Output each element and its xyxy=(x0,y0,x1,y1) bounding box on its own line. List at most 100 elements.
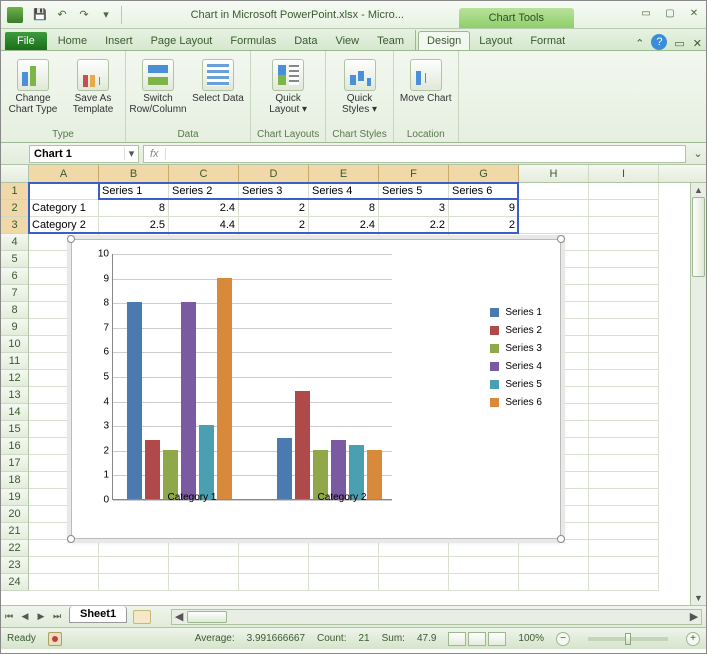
ribbon-minimize-button[interactable]: ⌃ xyxy=(635,37,644,50)
qat-save-button[interactable]: 💾 xyxy=(31,6,49,24)
cell-A24[interactable] xyxy=(29,574,99,591)
sheet-nav-prev[interactable]: ◀ xyxy=(17,611,33,622)
cell-I6[interactable] xyxy=(589,268,659,285)
column-header-G[interactable]: G xyxy=(449,165,519,182)
tab-insert[interactable]: Insert xyxy=(96,31,142,50)
chart-handle-nw[interactable] xyxy=(67,235,75,243)
select-all-corner[interactable] xyxy=(1,165,29,182)
cell-I10[interactable] xyxy=(589,336,659,353)
quick-styles-button[interactable]: Quick Styles ▾ xyxy=(334,59,386,115)
cell-A22[interactable] xyxy=(29,540,99,557)
macro-record-icon[interactable] xyxy=(48,632,62,646)
zoom-in-button[interactable]: + xyxy=(686,632,700,646)
maximize-button[interactable]: ▢ xyxy=(660,8,680,22)
column-header-D[interactable]: D xyxy=(239,165,309,182)
column-header-F[interactable]: F xyxy=(379,165,449,182)
scroll-up-button[interactable]: ▲ xyxy=(691,183,706,197)
tab-view[interactable]: View xyxy=(326,31,368,50)
cell-B23[interactable] xyxy=(99,557,169,574)
tab-formulas[interactable]: Formulas xyxy=(221,31,285,50)
cell-G23[interactable] xyxy=(449,557,519,574)
cell-H24[interactable] xyxy=(519,574,589,591)
save-as-template-button[interactable]: Save As Template xyxy=(67,59,119,115)
bar-series-2-category-1[interactable] xyxy=(145,440,160,499)
workbook-close-button[interactable]: ✕ xyxy=(693,37,702,50)
zoom-out-button[interactable]: − xyxy=(556,632,570,646)
help-button[interactable]: ? xyxy=(651,34,667,50)
cell-I3[interactable] xyxy=(589,217,659,234)
cell-A23[interactable] xyxy=(29,557,99,574)
cell-E22[interactable] xyxy=(309,540,379,557)
cell-B22[interactable] xyxy=(99,540,169,557)
window-restore-button[interactable]: ▭ xyxy=(674,37,684,50)
row-header-7[interactable]: 7 xyxy=(1,285,29,302)
cell-C23[interactable] xyxy=(169,557,239,574)
cell-C1[interactable]: Series 2 xyxy=(169,183,239,200)
qat-customize-button[interactable]: ▾ xyxy=(97,6,115,24)
hscroll-right[interactable]: ▶ xyxy=(687,610,701,624)
cell-I5[interactable] xyxy=(589,251,659,268)
tab-layout[interactable]: Layout xyxy=(470,31,521,50)
cell-A2[interactable]: Category 1 xyxy=(29,200,99,217)
column-header-B[interactable]: B xyxy=(99,165,169,182)
minimize-button[interactable]: ▭ xyxy=(636,8,656,22)
row-header-6[interactable]: 6 xyxy=(1,268,29,285)
cell-F2[interactable]: 3 xyxy=(379,200,449,217)
column-header-C[interactable]: C xyxy=(169,165,239,182)
bar-series-4-category-1[interactable] xyxy=(181,302,196,499)
cell-B1[interactable]: Series 1 xyxy=(99,183,169,200)
tab-team[interactable]: Team xyxy=(368,31,413,50)
cell-F23[interactable] xyxy=(379,557,449,574)
vertical-scrollbar[interactable]: ▲ ▼ xyxy=(690,183,706,605)
bar-series-5-category-1[interactable] xyxy=(199,425,214,499)
cell-H23[interactable] xyxy=(519,557,589,574)
cell-B2[interactable]: 8 xyxy=(99,200,169,217)
cell-I16[interactable] xyxy=(589,438,659,455)
cell-F24[interactable] xyxy=(379,574,449,591)
cell-D1[interactable]: Series 3 xyxy=(239,183,309,200)
cell-F22[interactable] xyxy=(379,540,449,557)
chart-plot-area[interactable]: 012345678910 xyxy=(112,254,392,500)
horizontal-scrollbar[interactable]: ◀ ▶ xyxy=(171,609,702,625)
row-header-1[interactable]: 1 xyxy=(1,183,29,200)
cell-D23[interactable] xyxy=(239,557,309,574)
zoom-slider[interactable] xyxy=(588,637,668,641)
row-header-22[interactable]: 22 xyxy=(1,540,29,557)
cell-I20[interactable] xyxy=(589,506,659,523)
chart-handle-ne[interactable] xyxy=(557,235,565,243)
cell-I9[interactable] xyxy=(589,319,659,336)
cell-I8[interactable] xyxy=(589,302,659,319)
quick-layout-button[interactable]: Quick Layout ▾ xyxy=(262,59,314,115)
page-break-view-button[interactable] xyxy=(488,632,506,646)
chart-object[interactable]: 012345678910 Series 1Series 2Series 3Ser… xyxy=(71,239,561,539)
move-chart-button[interactable]: Move Chart xyxy=(400,59,452,104)
tab-format[interactable]: Format xyxy=(521,31,574,50)
cell-I24[interactable] xyxy=(589,574,659,591)
tab-design[interactable]: Design xyxy=(418,31,470,50)
row-header-9[interactable]: 9 xyxy=(1,319,29,336)
name-box[interactable]: Chart 1 ▾ xyxy=(29,145,139,163)
cell-G24[interactable] xyxy=(449,574,519,591)
column-header-A[interactable]: A xyxy=(29,165,99,182)
row-header-24[interactable]: 24 xyxy=(1,574,29,591)
cell-I23[interactable] xyxy=(589,557,659,574)
bar-series-4-category-2[interactable] xyxy=(331,440,346,499)
cell-I17[interactable] xyxy=(589,455,659,472)
page-layout-view-button[interactable] xyxy=(468,632,486,646)
formula-bar-input[interactable] xyxy=(166,148,685,160)
column-header-H[interactable]: H xyxy=(519,165,589,182)
row-header-10[interactable]: 10 xyxy=(1,336,29,353)
qat-redo-button[interactable]: ↷ xyxy=(75,6,93,24)
cell-G1[interactable]: Series 6 xyxy=(449,183,519,200)
cell-I2[interactable] xyxy=(589,200,659,217)
chart-legend[interactable]: Series 1Series 2Series 3Series 4Series 5… xyxy=(490,300,542,415)
cell-I15[interactable] xyxy=(589,421,659,438)
legend-item-series-3[interactable]: Series 3 xyxy=(490,343,542,354)
column-header-I[interactable]: I xyxy=(589,165,659,182)
normal-view-button[interactable] xyxy=(448,632,466,646)
row-header-15[interactable]: 15 xyxy=(1,421,29,438)
cell-F1[interactable]: Series 5 xyxy=(379,183,449,200)
switch-row-column-button[interactable]: Switch Row/Column xyxy=(132,59,184,115)
cell-D2[interactable]: 2 xyxy=(239,200,309,217)
sheet-nav-first[interactable]: ⏮ xyxy=(1,611,17,622)
